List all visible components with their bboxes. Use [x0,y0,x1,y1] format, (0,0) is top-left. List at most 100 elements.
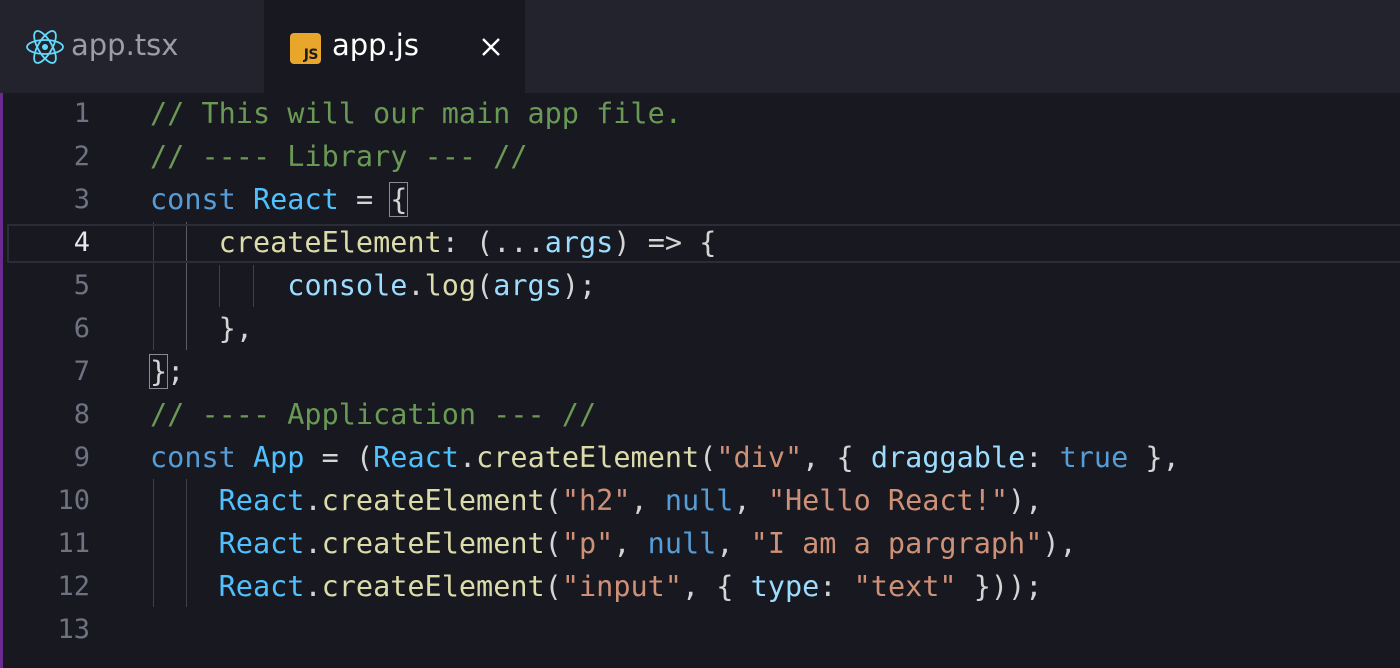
punctuation-token: => [647,226,683,259]
punctuation-token: ( [355,441,374,474]
line-number: 5 [73,270,90,301]
punctuation-token: = [355,183,374,216]
punctuation-token: , [630,484,648,517]
punctuation-token: ) [990,570,1009,603]
code-line[interactable]: 6 }, [3,308,1400,351]
tab-label: app.tsx [71,28,179,62]
code-line[interactable]: 10 React.createElement("h2", null, "Hell… [3,480,1400,523]
tab-app-tsx[interactable]: app.tsx [3,0,263,93]
punctuation-token: ) [613,226,631,259]
function-token: createElement [321,484,545,517]
property-token: draggable [870,441,1026,474]
line-number: 13 [57,614,90,645]
comment-token: // ---- Application --- // [150,398,597,431]
punctuation-token: , [802,441,820,474]
punctuation-token: ) [1042,527,1060,560]
line-number: 3 [73,184,90,215]
function-token: createElement [476,441,700,474]
code-line[interactable]: 2 // ---- Library --- // [3,136,1400,179]
line-number: 4 [73,227,90,258]
code-line[interactable]: 12 React.createElement("input", { type: … [3,566,1400,609]
punctuation-token: = [321,441,339,474]
keyword-token: const [150,441,236,474]
code-line[interactable]: 1 // This will our main app file. [3,93,1400,136]
punctuation-token: ; [167,355,185,388]
code-text: const App = (React.createElement("div", … [150,441,1180,475]
code-text: }, [150,312,253,346]
code-line[interactable]: 13 [3,609,1400,652]
js-icon: JS [290,33,321,64]
punctuation-token: ( [544,484,562,517]
variable-token: React [218,527,305,560]
string-token: "input" [561,570,682,603]
line-number: 6 [73,313,90,344]
code-line[interactable]: 7 }; [3,351,1400,394]
function-token: log [424,269,477,302]
code-line-current[interactable]: 4 createElement: (...args) => { [3,222,1400,265]
punctuation-token: , [733,484,751,517]
variable-token: console [287,269,408,302]
line-number: 1 [73,98,90,129]
code-text: createElement: (...args) => { [150,226,717,260]
code-text: React.createElement("p", null, "I am a p… [150,527,1077,561]
string-token: "I am a pargraph" [750,527,1043,560]
code-line[interactable]: 9 const App = (React.createElement("div"… [3,437,1400,480]
keyword-token: null [664,484,734,517]
punctuation-token: , [613,527,631,560]
punctuation-token: , [716,527,734,560]
punctuation-token: ; [1025,570,1043,603]
code-editor[interactable]: 1 // This will our main app file. 2 // -… [3,93,1400,668]
matching-bracket: } [148,354,169,389]
code-text: const React = { [150,182,409,217]
line-number: 2 [73,141,90,172]
punctuation-token: } [973,570,991,603]
punctuation-token: , [1162,441,1180,474]
code-line[interactable]: 5 console.log(args); [3,265,1400,308]
punctuation-token: . [304,527,322,560]
code-text: console.log(args); [150,269,596,303]
line-number: 10 [57,485,90,516]
comment-token: // This will our main app file. [150,97,682,130]
tab-label: app.js [332,28,419,62]
property-token: args [493,269,562,302]
code-line[interactable]: 8 // ---- Application --- // [3,394,1400,437]
code-text: React.createElement("input", { type: "te… [150,570,1043,604]
punctuation-token: ) [561,269,580,302]
punctuation-token: ( [544,527,562,560]
punctuation-token: ( [699,441,717,474]
property-token: type [750,570,820,603]
string-token: "h2" [561,484,631,517]
function-token: createElement [321,570,545,603]
punctuation-token: ( [476,269,494,302]
code-line[interactable]: 3 const React = { [3,179,1400,222]
tab-app-js[interactable]: JS app.js [264,0,525,93]
punctuation-token: { [836,441,854,474]
code-text: // This will our main app file. [150,97,682,131]
line-number: 12 [57,571,90,602]
code-text: React.createElement("h2", null, "Hello R… [150,484,1043,518]
variable-token: React [218,570,305,603]
punctuation-token: , [681,570,700,603]
function-token: createElement [218,226,442,259]
js-icon-text: JS [303,47,319,63]
line-number: 11 [57,528,90,559]
code-text: // ---- Application --- // [150,398,596,432]
react-icon [26,30,64,64]
keyword-token: null [647,527,717,560]
punctuation-token: . [304,484,322,517]
tab-bar: app.tsx JS app.js [0,0,1400,93]
matching-bracket: { [389,182,409,217]
property-token: args [544,226,614,259]
string-token: "Hello React!" [767,484,1009,517]
punctuation-token: ; [579,269,597,302]
punctuation-token: , [1025,484,1043,517]
code-line[interactable]: 11 React.createElement("p", null, "I am … [3,523,1400,566]
line-number: 7 [73,356,90,387]
punctuation-token: , [1059,527,1077,560]
punctuation-token: : [819,570,837,603]
close-icon[interactable] [480,36,502,58]
variable-token: React [373,441,459,474]
punctuation-token: . [407,269,425,302]
punctuation-token: } [218,312,236,345]
punctuation-token: . [458,441,477,474]
